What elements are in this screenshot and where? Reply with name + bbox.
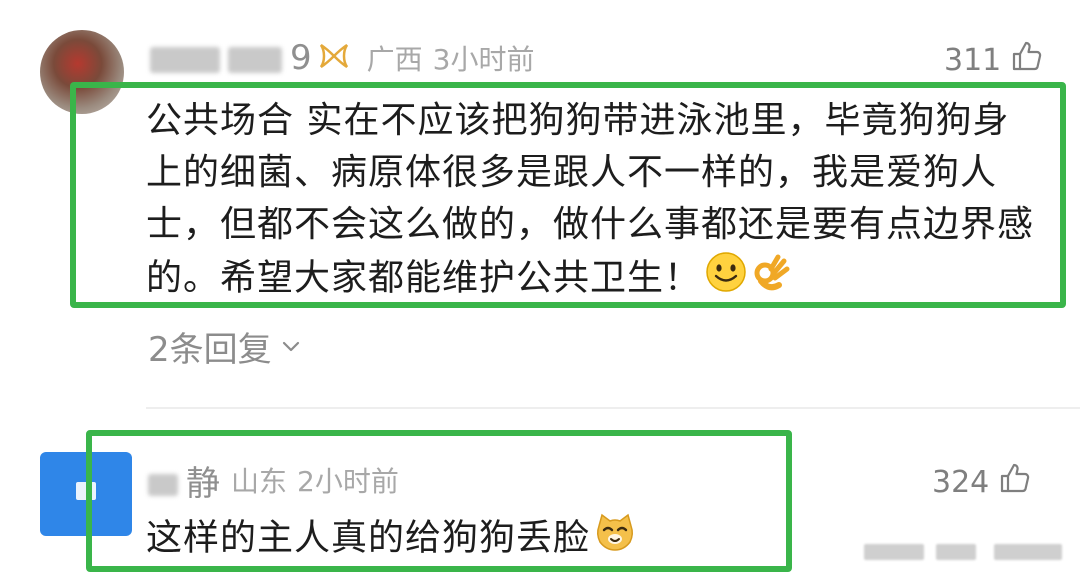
ok-hand-emoji-icon — [751, 251, 793, 308]
thumbs-up-icon — [1001, 40, 1043, 80]
timestamp: 2小时前 — [297, 465, 399, 498]
username[interactable]: 静 — [148, 456, 221, 505]
username[interactable]: 9 — [150, 38, 313, 78]
replies-label: 2条回复 — [148, 330, 272, 370]
comment-text: 这样的主人真的给狗狗丢脸 — [146, 512, 766, 567]
vip-badge-icon — [317, 41, 351, 75]
like-count: 324 — [932, 464, 990, 500]
comment-text: 公共场合 实在不应该把狗狗带进泳池里，毕竟狗狗身上的细菌、病原体很多是跟人不一样… — [146, 95, 1046, 308]
divider — [146, 407, 1080, 409]
cat-face-emoji-icon — [594, 512, 636, 567]
username-visible-part: 静 — [186, 463, 221, 504]
like-count: 311 — [944, 42, 1002, 78]
blurred-username-part — [228, 46, 282, 73]
thumbs-up-icon — [989, 462, 1031, 502]
smile-emoji-icon — [705, 251, 747, 308]
comment-item: 9 广西 3小时前 311 公共场合 实在不应该把狗狗带进泳池里，毕竟狗狗身上的… — [0, 0, 1080, 409]
comment-header: 静 山东 2小时前 — [148, 456, 399, 505]
like-button[interactable]: 311 — [944, 40, 1043, 80]
username-visible-part: 9 — [290, 38, 313, 78]
blurred-username-part — [148, 474, 178, 496]
timestamp: 3小时前 — [432, 43, 535, 76]
like-button[interactable]: 324 — [932, 462, 1031, 502]
reply-input-hint[interactable] — [864, 538, 1064, 566]
location: 广西 — [366, 43, 423, 76]
comment-text-content: 这样的主人真的给狗狗丢脸 — [146, 517, 591, 559]
comment-text-content: 公共场合 实在不应该把狗狗带进泳池里，毕竟狗狗身上的细菌、病原体很多是跟人不一样… — [146, 100, 1035, 299]
blurred-username-part — [150, 46, 220, 73]
location: 山东 — [231, 465, 288, 498]
comment-header: 9 广西 3小时前 — [150, 36, 534, 80]
chevron-down-icon — [272, 327, 302, 367]
view-replies-button[interactable]: 2条回复 — [148, 322, 302, 371]
